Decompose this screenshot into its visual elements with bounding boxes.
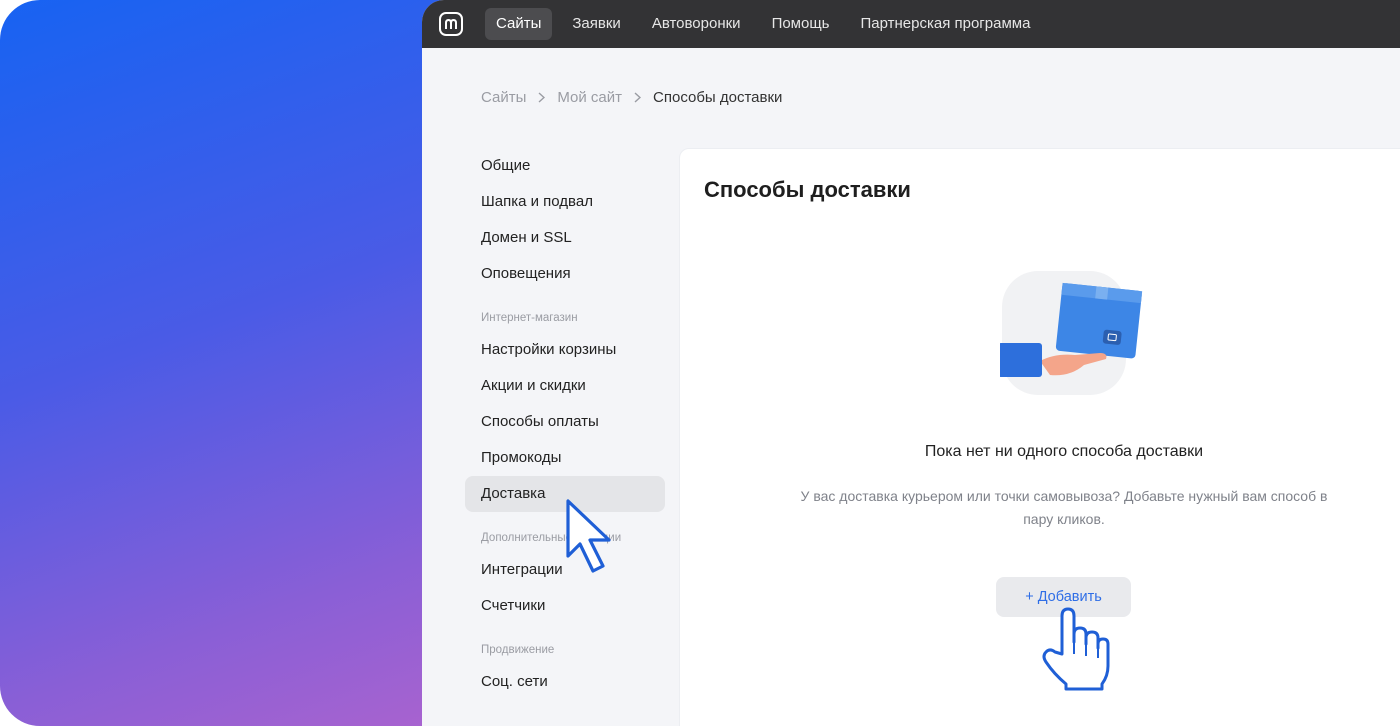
nav-partner-program[interactable]: Партнерская программа	[850, 8, 1042, 40]
nav-sites[interactable]: Сайты	[485, 8, 553, 40]
breadcrumb: Сайты Мой сайт Способы доставки	[481, 89, 782, 106]
delivery-box-illustration	[1000, 271, 1143, 395]
sidebar-item-cart-settings[interactable]: Настройки корзины	[465, 332, 665, 368]
sidebar-group-promotion: Продвижение	[481, 644, 555, 656]
sidebar-group-shop: Интернет-магазин	[481, 312, 578, 324]
page-title: Способы доставки	[704, 177, 911, 202]
settings-sidebar: Общие Шапка и подвал Домен и SSL Оповеще…	[465, 148, 665, 700]
background-gradient	[0, 0, 450, 726]
nav-requests[interactable]: Заявки	[561, 8, 631, 40]
nav-help[interactable]: Помощь	[761, 8, 841, 40]
breadcrumb-current: Способы доставки	[653, 89, 783, 106]
breadcrumb-sites[interactable]: Сайты	[481, 89, 526, 106]
main-nav: Сайты Заявки Автоворонки Помощь Партнерс…	[485, 8, 1050, 40]
sidebar-item-promocodes[interactable]: Промокоды	[465, 440, 665, 476]
breadcrumb-my-site[interactable]: Мой сайт	[557, 89, 622, 106]
sidebar-item-counters[interactable]: Счетчики	[465, 588, 665, 624]
m-letter-icon	[445, 18, 457, 29]
logo-icon[interactable]	[439, 12, 463, 36]
app-window: Сайты Заявки Автоворонки Помощь Партнерс…	[422, 0, 1400, 726]
sidebar-item-notifications[interactable]: Оповещения	[465, 256, 665, 292]
chevron-right-icon	[538, 92, 546, 103]
sidebar-item-promotions[interactable]: Акции и скидки	[465, 368, 665, 404]
top-nav-bar: Сайты Заявки Автоворонки Помощь Партнерс…	[422, 0, 1400, 48]
empty-state-title: Пока нет ни одного способа доставки	[924, 443, 1204, 460]
sidebar-item-domain-ssl[interactable]: Домен и SSL	[465, 220, 665, 256]
empty-state-description: У вас доставка курьером или точки самовы…	[800, 488, 1328, 527]
nav-autofunnels[interactable]: Автоворонки	[641, 8, 752, 40]
hand-pointer-cursor-icon	[1042, 607, 1110, 691]
sidebar-item-header-footer[interactable]: Шапка и подвал	[465, 184, 665, 220]
sidebar-item-payment-methods[interactable]: Способы оплаты	[465, 404, 665, 440]
chevron-right-icon	[634, 92, 642, 103]
mouse-arrow-cursor-icon	[566, 499, 611, 573]
sidebar-item-general[interactable]: Общие	[465, 148, 665, 184]
sidebar-item-social[interactable]: Соц. сети	[465, 664, 665, 700]
